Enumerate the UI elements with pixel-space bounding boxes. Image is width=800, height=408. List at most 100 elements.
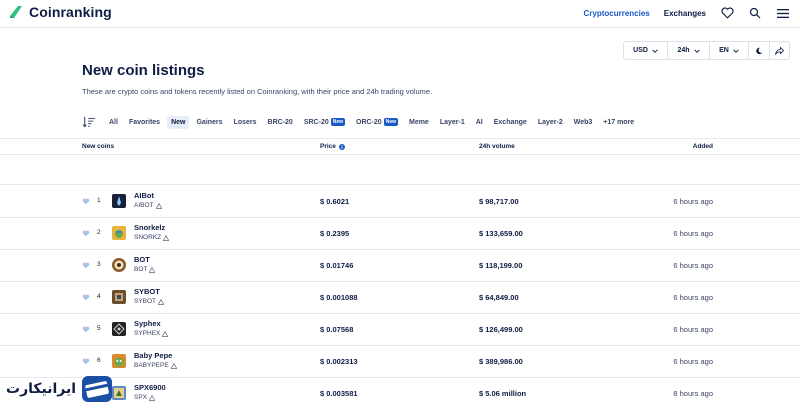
display-settings: USD 24h EN	[623, 41, 790, 60]
coin-name[interactable]: BOT	[134, 255, 150, 264]
favorite-heart-icon[interactable]	[82, 262, 90, 269]
coin-price: $ 0.6021	[320, 197, 350, 206]
coin-symbol: AIBOT	[134, 202, 154, 209]
watermark-logo: ایرانیکارت	[6, 374, 114, 404]
sort-filter-icon[interactable]	[82, 116, 96, 128]
coin-volume: $ 118,199.00	[479, 261, 523, 270]
timeframe-value: 24h	[677, 47, 690, 54]
rank-number: 1	[97, 197, 101, 204]
filter-layer-1[interactable]: Layer-1	[436, 116, 469, 129]
coin-name[interactable]: AIBot	[134, 191, 154, 200]
favorite-heart-icon[interactable]	[82, 358, 90, 365]
filter-src-20[interactable]: SRC-20 New	[300, 115, 349, 129]
favorite-heart-icon[interactable]	[82, 230, 90, 237]
favorite-heart-icon[interactable]	[82, 294, 90, 301]
share-icon	[775, 46, 784, 55]
coin-name[interactable]: SPX6900	[134, 383, 166, 392]
filter-meme[interactable]: Meme	[405, 116, 433, 129]
coin-symbol-cell: BABYPEPE	[134, 362, 177, 369]
brand-logo[interactable]: Coinranking	[8, 4, 112, 20]
filter-label: Layer-2	[537, 118, 563, 126]
warning-icon	[155, 202, 162, 209]
coin-symbol: BABYPEPE	[134, 362, 169, 369]
filter-brc-20[interactable]: BRC-20	[264, 116, 297, 129]
chevron-down-icon	[693, 48, 700, 53]
column-header-volume[interactable]: 24h volume	[479, 143, 515, 150]
coin-price: $ 0.001088	[320, 293, 358, 302]
warning-icon	[162, 330, 169, 337]
main-nav: Cryptocurrencies Exchanges	[584, 6, 791, 20]
coin-name[interactable]: Syphex	[134, 319, 161, 328]
coin-volume: $ 98,717.00	[479, 197, 519, 206]
share-button[interactable]	[769, 41, 790, 60]
table-row[interactable]: 4 SYBOT SYBOT $ 0.001088 $ 64,849.00 6 h…	[0, 282, 800, 314]
table-spacer	[0, 155, 800, 185]
warning-icon	[163, 234, 170, 241]
coin-added-time: 6 hours ago	[673, 261, 713, 270]
info-icon[interactable]	[338, 143, 345, 150]
filter-more[interactable]: +17 more	[599, 116, 638, 129]
table-row[interactable]: 2 Snorkelz SNORKZ $ 0.2395 $ 133,659.00 …	[0, 218, 800, 250]
page-title: New coin listings	[82, 62, 205, 79]
coin-added-time: 6 hours ago	[673, 357, 713, 366]
warning-icon	[170, 362, 177, 369]
filter-label: Gainers	[196, 118, 223, 126]
filter-label: Web3	[573, 118, 593, 126]
column-header-price[interactable]: Price	[320, 143, 345, 150]
filter-all[interactable]: All	[105, 116, 122, 129]
rank-number: 6	[97, 357, 101, 364]
table-row[interactable]: 1 AIBot AIBOT $ 0.6021 $ 98,717.00 6 hou…	[0, 186, 800, 218]
filter-label: Favorites	[128, 118, 161, 126]
coin-symbol-cell: SYPHEX	[134, 330, 169, 337]
rank-number: 2	[97, 229, 101, 236]
favorites-heart-icon[interactable]	[720, 6, 734, 20]
search-icon[interactable]	[748, 6, 762, 20]
currency-select[interactable]: USD	[623, 41, 667, 60]
table-header: New coins Price 24h volume Added	[0, 138, 800, 155]
dark-mode-toggle[interactable]	[748, 41, 769, 60]
filter-label: New	[171, 118, 186, 126]
language-select[interactable]: EN	[709, 41, 748, 60]
coin-name[interactable]: SYBOT	[134, 287, 160, 296]
coin-symbol-cell: BOT	[134, 266, 156, 273]
coin-symbol-cell: SPX	[134, 394, 156, 401]
nav-cryptocurrencies[interactable]: Cryptocurrencies	[584, 9, 650, 18]
coin-volume: $ 126,499.00	[479, 325, 523, 334]
table-row[interactable]: SPX6900 SPX $ 0.003581 $ 5.06 million 8 …	[0, 378, 800, 408]
filter-favorites[interactable]: Favorites	[125, 116, 164, 129]
favorite-heart-icon[interactable]	[82, 326, 90, 333]
coin-symbol-cell: AIBOT	[134, 202, 162, 209]
column-header-added[interactable]: Added	[693, 143, 713, 150]
coin-price: $ 0.07568	[320, 325, 354, 334]
coin-price: $ 0.002313	[320, 357, 358, 366]
table-row[interactable]: 6 Baby Pepe BABYPEPE $ 0.002313 $ 389,98…	[0, 346, 800, 378]
filter-label: +17 more	[603, 118, 635, 126]
column-header-coins[interactable]: New coins	[82, 143, 114, 150]
filter-layer-2[interactable]: Layer-2	[534, 116, 567, 129]
filter-label: Losers	[233, 118, 257, 126]
page-description: These are crypto coins and tokens recent…	[82, 87, 433, 96]
filter-new[interactable]: New	[167, 115, 190, 129]
filter-label: BRC-20	[267, 118, 293, 126]
filter-label: Exchange	[493, 118, 527, 126]
filter-ai[interactable]: AI	[472, 116, 487, 129]
favorite-heart-icon[interactable]	[82, 198, 90, 205]
coin-name[interactable]: Baby Pepe	[134, 351, 172, 360]
filter-label: Layer-1	[439, 118, 465, 126]
filter-losers[interactable]: Losers	[230, 116, 261, 129]
snorkelz-icon	[112, 226, 126, 240]
column-header-price-label: Price	[320, 143, 336, 150]
filter-exchange[interactable]: Exchange	[490, 116, 531, 129]
new-badge: New	[383, 118, 398, 126]
warning-icon	[149, 266, 156, 273]
filter-orc-20[interactable]: ORC-20 New	[352, 115, 402, 129]
nav-exchanges[interactable]: Exchanges	[664, 9, 706, 18]
hamburger-menu-icon[interactable]	[776, 6, 790, 20]
coin-name[interactable]: Snorkelz	[134, 223, 165, 232]
timeframe-select[interactable]: 24h	[667, 41, 709, 60]
table-row[interactable]: 5 Syphex SYPHEX $ 0.07568 $ 126,499.00 6…	[0, 314, 800, 346]
filter-gainers[interactable]: Gainers	[192, 116, 226, 129]
coin-volume: $ 389,986.00	[479, 357, 523, 366]
filter-web3[interactable]: Web3	[570, 116, 597, 129]
table-row[interactable]: 3 BOT BOT $ 0.01746 $ 118,199.00 6 hours…	[0, 250, 800, 282]
